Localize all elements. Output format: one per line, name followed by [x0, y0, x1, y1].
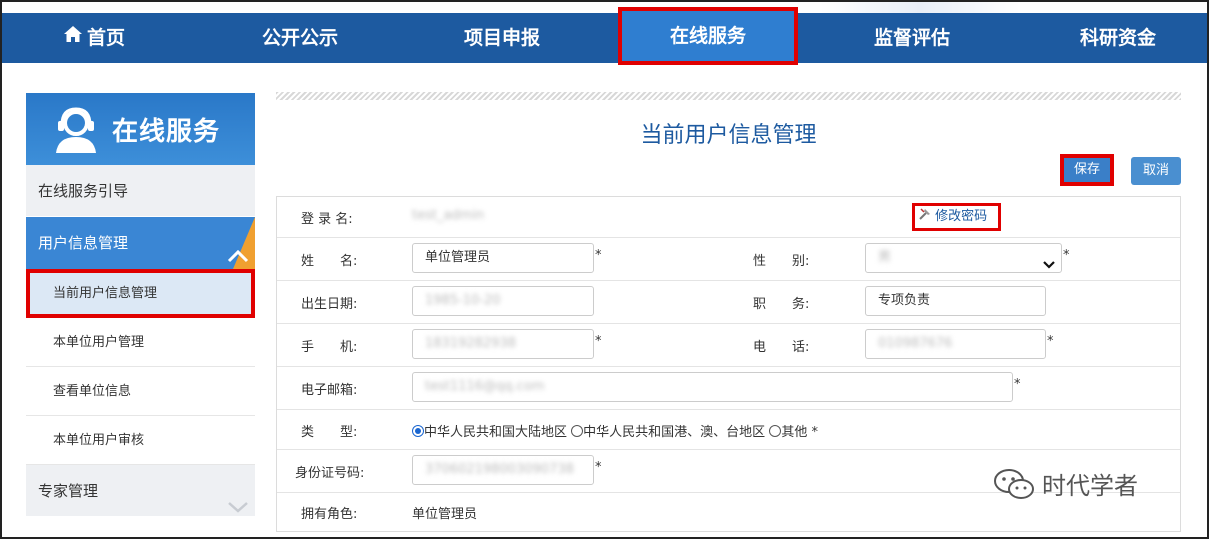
cancel-button[interactable]: 取消	[1131, 157, 1181, 185]
sidebar-item-current-user[interactable]: 当前用户信息管理	[26, 269, 255, 318]
radio-hk-macao-taiwan[interactable]	[571, 425, 584, 437]
radio-other-label: 其他	[781, 425, 808, 440]
nav-online-service[interactable]: 在线服务	[618, 7, 798, 65]
save-button[interactable]: 保存	[1060, 154, 1114, 186]
gender-select[interactable]: 男	[865, 243, 1062, 273]
sidebar: 在线服务 在线服务引导 用户信息管理 当前用户信息管理 本单位用户管理 查看单位…	[26, 93, 255, 517]
watermark-text: 时代学者	[1042, 472, 1138, 500]
sidebar-item-user-review[interactable]: 本单位用户审核	[26, 416, 255, 465]
change-password-link[interactable]: 修改密码	[912, 203, 1001, 231]
radio-other[interactable]	[769, 425, 782, 437]
required-mark: *	[1047, 334, 1054, 349]
type-radio-group: 中华人民共和国大陆地区 中华人民共和国港、澳、台地区 其他 *	[412, 421, 818, 440]
nav-funds-label: 科研资金	[1079, 27, 1156, 49]
title-divider	[276, 92, 1181, 100]
nav-supervise[interactable]: 监督评估	[852, 13, 972, 63]
sidebar-item-expert[interactable]: 专家管理	[26, 465, 255, 517]
type-label: 类 型:	[301, 425, 358, 440]
sidebar-group-user-info[interactable]: 用户信息管理	[26, 217, 255, 269]
change-password-label: 修改密码	[935, 209, 988, 224]
form-row-login: 登 录 名: test_admin 修改密码	[277, 197, 1180, 238]
sidebar-item-guide[interactable]: 在线服务引导	[26, 165, 255, 217]
nav-public-label: 公开公示	[261, 27, 338, 49]
form-row-birth: 出生日期: 1985-10-20 职 务: 专项负责	[277, 281, 1180, 324]
nav-project-label: 项目申报	[463, 27, 540, 49]
required-mark: *	[1014, 377, 1021, 392]
chevron-up-icon	[227, 233, 249, 269]
mobile-value: 18319282938	[425, 336, 516, 351]
sidebar-item-unit-users[interactable]: 本单位用户管理	[26, 318, 255, 367]
page-title: 当前用户信息管理	[640, 123, 817, 148]
sidebar-banner-title: 在线服务	[112, 117, 221, 147]
nav-home[interactable]: 首页	[54, 13, 134, 63]
position-label: 职 务:	[753, 297, 810, 312]
sidebar-expert-label: 专家管理	[38, 482, 99, 500]
birth-value: 1985-10-20	[425, 293, 501, 308]
role-label: 拥有角色:	[301, 507, 358, 522]
nav-project[interactable]: 项目申报	[442, 13, 562, 63]
position-input[interactable]: 专项负责	[865, 286, 1046, 316]
login-value: test_admin	[412, 208, 485, 223]
required-mark: *	[595, 460, 602, 475]
chevron-down-icon	[1043, 253, 1055, 281]
nav-funds[interactable]: 科研资金	[1058, 13, 1178, 63]
form-row-mobile: 手 机: 18319282938 * 电 话: 010987676 *	[277, 324, 1180, 367]
mobile-label: 手 机:	[301, 340, 358, 355]
birth-date-input[interactable]: 1985-10-20	[412, 286, 594, 316]
sidebar-group-label: 用户信息管理	[38, 234, 129, 252]
id-value: 370602198003090738	[425, 462, 574, 477]
watermark: 时代学者	[992, 466, 1138, 507]
sidebar-banner: 在线服务	[26, 93, 255, 165]
radio-hk-macao-taiwan-label: 中华人民共和国港、澳、台地区	[583, 425, 766, 440]
name-input[interactable]: 单位管理员	[412, 243, 594, 273]
form-row-type: 类 型: 中华人民共和国大陆地区 中华人民共和国港、澳、台地区 其他 *	[277, 410, 1180, 450]
nav-public[interactable]: 公开公示	[240, 13, 360, 63]
id-number-input[interactable]: 370602198003090738	[412, 455, 594, 485]
phone-label: 电 话:	[753, 340, 810, 355]
radio-mainland[interactable]	[412, 425, 424, 437]
form-row-name: 姓 名: 单位管理员 * 性 别: 男 *	[277, 238, 1180, 281]
role-value: 单位管理员	[412, 507, 478, 522]
required-mark: *	[595, 334, 602, 349]
email-label: 电子邮箱:	[301, 383, 358, 398]
radio-mainland-label: 中华人民共和国大陆地区	[424, 425, 568, 440]
required-mark: *	[595, 248, 602, 263]
sidebar-item-unit-info[interactable]: 查看单位信息	[26, 367, 255, 416]
nav-supervise-label: 监督评估	[873, 27, 950, 49]
birth-label: 出生日期:	[301, 297, 358, 312]
required-mark: *	[811, 425, 818, 440]
email-input[interactable]: test1116@qq.com	[412, 372, 1013, 402]
wechat-icon	[992, 467, 1036, 507]
nav-home-label: 首页	[86, 27, 125, 49]
nav-online-service-label: 在线服务	[669, 25, 746, 47]
required-mark: *	[1063, 248, 1070, 263]
mobile-input[interactable]: 18319282938	[412, 329, 594, 359]
top-navigation: 首页 公开公示 项目申报 在线服务 监督评估 科研资金	[2, 7, 1207, 65]
phone-value: 010987676	[878, 336, 953, 351]
customer-service-icon	[50, 105, 102, 159]
gender-label: 性 别:	[753, 254, 810, 269]
gender-value: 男	[878, 250, 892, 265]
email-value: test1116@qq.com	[425, 379, 545, 394]
home-icon	[63, 12, 83, 62]
id-label: 身份证号码:	[295, 466, 365, 481]
login-label: 登 录 名:	[301, 212, 353, 227]
form-row-email: 电子邮箱: test1116@qq.com *	[277, 367, 1180, 410]
header-decoration	[820, 0, 1020, 14]
chevron-down-icon	[227, 483, 249, 535]
phone-input[interactable]: 010987676	[865, 329, 1046, 359]
wrench-icon	[919, 208, 935, 224]
name-label: 姓 名:	[301, 254, 358, 269]
